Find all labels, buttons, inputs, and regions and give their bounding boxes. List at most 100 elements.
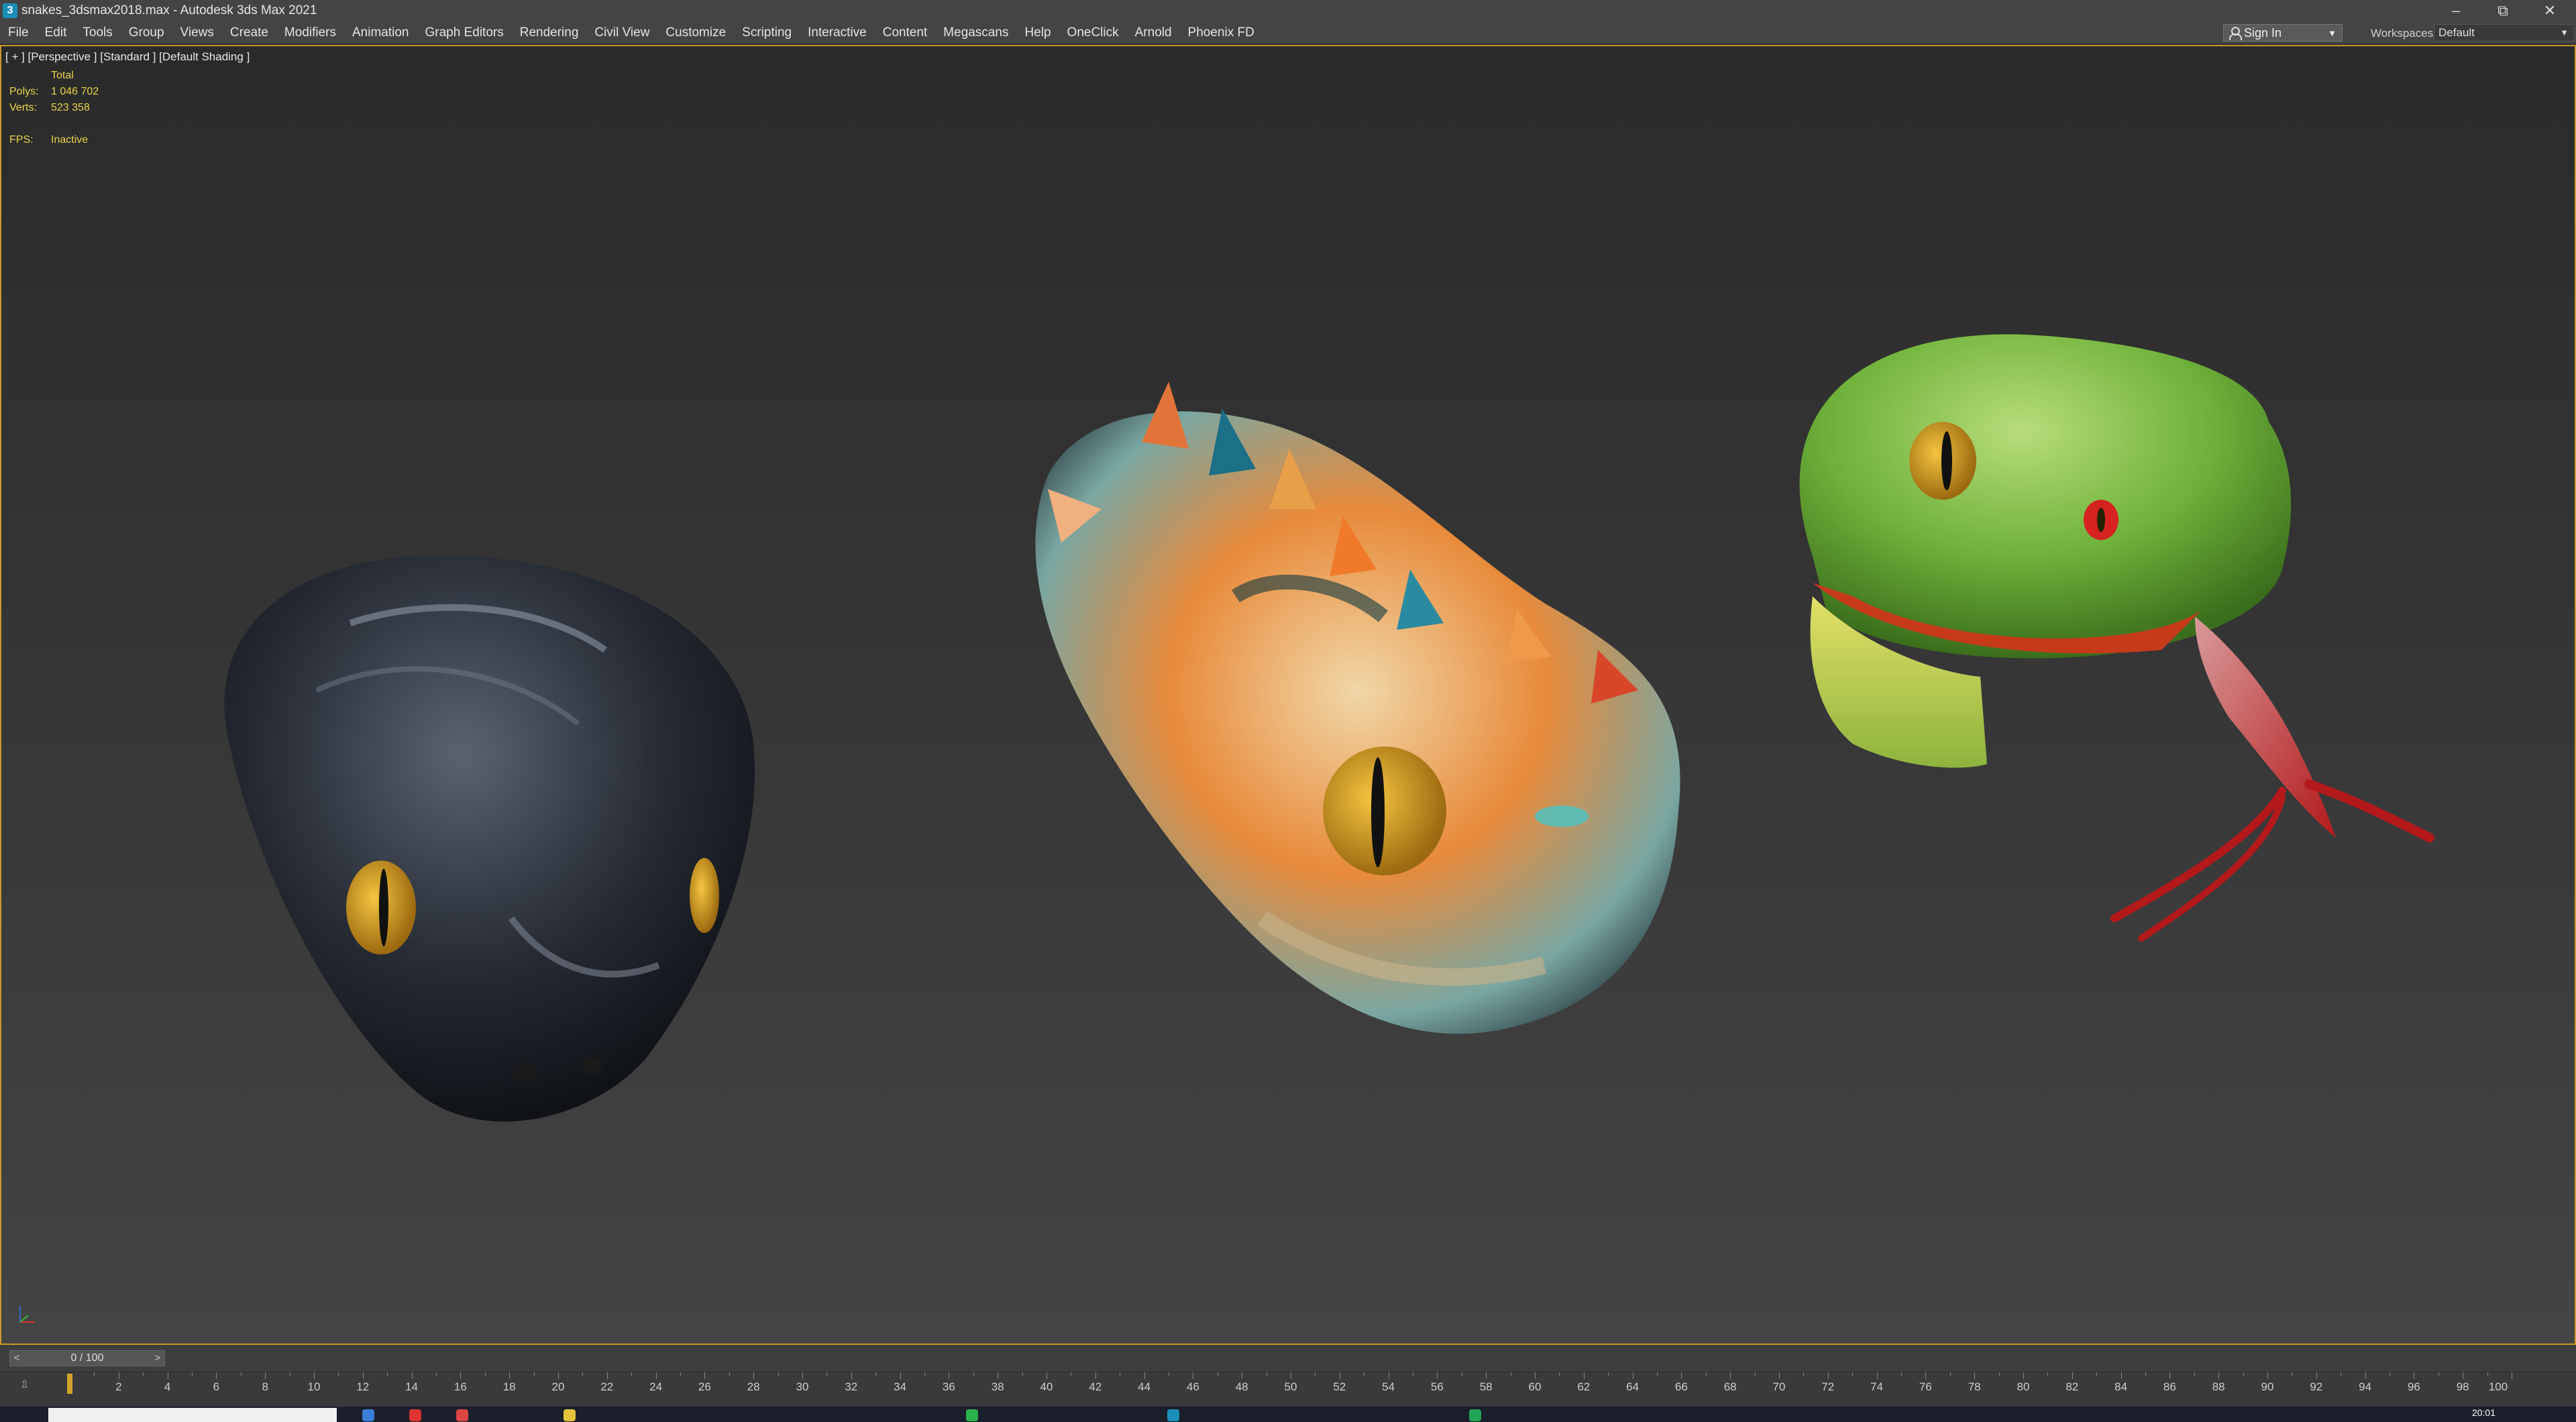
ruler-label: 96 xyxy=(2407,1380,2420,1393)
ruler-tick xyxy=(606,1372,608,1379)
ruler-label: 72 xyxy=(1821,1380,1835,1393)
ruler-tick xyxy=(2365,1372,2366,1379)
timeline-playhead[interactable] xyxy=(67,1374,72,1394)
ruler-tick xyxy=(2169,1372,2171,1379)
menu-file[interactable]: File xyxy=(0,25,37,40)
frame-ruler[interactable]: 2 4 6 8 10 12 14 16 18 20 22 24 26 28 30 32 34 36 38 40 42 44… xyxy=(70,1372,2512,1407)
taskbar-search-box[interactable] xyxy=(48,1408,337,1422)
taskbar-app-icon[interactable] xyxy=(456,1409,468,1421)
ruler-label: 90 xyxy=(2261,1380,2274,1393)
menu-civil-view[interactable]: Civil View xyxy=(586,25,657,40)
menu-graph-editors[interactable]: Graph Editors xyxy=(417,25,512,40)
menu-megascans[interactable]: Megascans xyxy=(935,25,1016,40)
ruler-tick xyxy=(2194,1372,2195,1376)
menu-group[interactable]: Group xyxy=(121,25,172,40)
menu-tools[interactable]: Tools xyxy=(74,25,120,40)
workspaces-select[interactable]: Default ▼ xyxy=(2434,24,2575,42)
ruler-tick xyxy=(1705,1372,1707,1376)
ruler-tick xyxy=(1437,1372,1438,1379)
menu-modifiers[interactable]: Modifiers xyxy=(276,25,344,40)
ruler-tick xyxy=(826,1372,828,1376)
ruler-tick xyxy=(1949,1372,1951,1376)
ruler-tick xyxy=(1657,1372,1658,1376)
ruler-label: 44 xyxy=(1138,1380,1151,1393)
curve-editor-icon[interactable]: ⇫ xyxy=(20,1378,39,1397)
time-slider-bar: < 0 / 100 > xyxy=(0,1345,2576,1372)
taskbar-3dsmax-icon[interactable] xyxy=(1167,1409,1179,1421)
menu-rendering[interactable]: Rendering xyxy=(512,25,587,40)
ruler-tick xyxy=(1095,1372,1096,1379)
ruler-tick xyxy=(2218,1372,2220,1379)
ruler-tick xyxy=(2047,1372,2049,1376)
menu-scripting[interactable]: Scripting xyxy=(734,25,800,40)
ruler-tick xyxy=(1535,1372,1536,1379)
ruler-tick xyxy=(1998,1372,2000,1376)
next-frame-button[interactable]: > xyxy=(151,1351,164,1366)
ruler-tick xyxy=(338,1372,339,1376)
taskbar-app-icon[interactable] xyxy=(362,1409,374,1421)
menu-interactive[interactable]: Interactive xyxy=(800,25,875,40)
sign-in-dropdown[interactable]: Sign In ▼ xyxy=(2223,24,2343,42)
ruler-label: 78 xyxy=(1968,1380,1981,1393)
menu-help[interactable]: Help xyxy=(1016,25,1059,40)
ruler-tick xyxy=(533,1372,535,1376)
perspective-viewport[interactable]: [ + ] [Perspective ] [Standard ] [Defaul… xyxy=(0,45,2576,1345)
menu-oneclick[interactable]: OneClick xyxy=(1059,25,1127,40)
ruler-tick xyxy=(1022,1372,1023,1376)
chevron-down-icon: ▼ xyxy=(2560,28,2569,38)
ruler-label: 18 xyxy=(502,1380,516,1393)
green-snake-head-model[interactable] xyxy=(1799,334,2434,942)
menu-phoenix-fd[interactable]: Phoenix FD xyxy=(1180,25,1263,40)
ruler-label: 76 xyxy=(1919,1380,1932,1393)
track-bar[interactable]: ⇫ 2 4 6 8 10 12 14 16 18 20 22 24 26 28 30 32 34 36 38 40 42… xyxy=(0,1372,2576,1407)
ruler-tick xyxy=(436,1372,437,1376)
ruler-tick xyxy=(1827,1372,1829,1379)
menu-customize[interactable]: Customize xyxy=(657,25,734,40)
menu-content[interactable]: Content xyxy=(875,25,936,40)
ruler-tick xyxy=(2438,1372,2439,1376)
ruler-tick xyxy=(1559,1372,1560,1376)
ruler-tick xyxy=(558,1372,559,1379)
ruler-label: 92 xyxy=(2310,1380,2323,1393)
taskbar-app-icon[interactable] xyxy=(966,1409,978,1421)
close-icon[interactable]: ✕ xyxy=(2526,0,2573,21)
ruler-tick xyxy=(216,1372,217,1379)
menu-create[interactable]: Create xyxy=(222,25,276,40)
ruler-label: 8 xyxy=(262,1380,268,1393)
ruler-tick xyxy=(1901,1372,1902,1376)
taskbar-app-icon[interactable] xyxy=(409,1409,421,1421)
ruler-label: 10 xyxy=(307,1380,321,1393)
menu-bar: File Edit Tools Group Views Create Modif… xyxy=(0,21,2576,44)
minimize-icon[interactable]: – xyxy=(2432,0,2479,21)
ruler-label: 40 xyxy=(1040,1380,1053,1393)
taskbar-app-icon[interactable] xyxy=(1469,1409,1481,1421)
ruler-label: 50 xyxy=(1284,1380,1297,1393)
taskbar-app-icon[interactable] xyxy=(564,1409,576,1421)
menu-edit[interactable]: Edit xyxy=(37,25,75,40)
ruler-tick xyxy=(1046,1372,1047,1379)
menu-arnold[interactable]: Arnold xyxy=(1127,25,1180,40)
ruler-tick xyxy=(2267,1372,2268,1379)
ruler-tick xyxy=(1681,1372,1682,1379)
ruler-label: 30 xyxy=(796,1380,809,1393)
ruler-label: 46 xyxy=(1186,1380,1199,1393)
ruler-tick xyxy=(900,1372,901,1379)
ruler-tick xyxy=(1730,1372,1731,1379)
menu-animation[interactable]: Animation xyxy=(344,25,417,40)
ruler-tick xyxy=(1583,1372,1585,1379)
time-slider[interactable]: < 0 / 100 > xyxy=(9,1350,165,1366)
ruler-label: 36 xyxy=(942,1380,955,1393)
ruler-tick xyxy=(704,1372,706,1379)
ruler-tick xyxy=(362,1372,364,1379)
3dsmax-app-icon[interactable]: 3 xyxy=(3,3,17,18)
restore-icon[interactable]: ⧉ xyxy=(2479,0,2526,21)
bush-viper-head-model[interactable] xyxy=(1035,382,1680,1034)
dark-snake-head-model[interactable] xyxy=(224,555,755,1122)
ruler-tick xyxy=(94,1372,95,1376)
ruler-tick xyxy=(1876,1372,1878,1379)
menu-views[interactable]: Views xyxy=(172,25,222,40)
ruler-tick xyxy=(2096,1372,2098,1376)
ruler-tick xyxy=(1779,1372,1780,1379)
ruler-label: 82 xyxy=(2065,1380,2079,1393)
ruler-label: 98 xyxy=(2456,1380,2469,1393)
